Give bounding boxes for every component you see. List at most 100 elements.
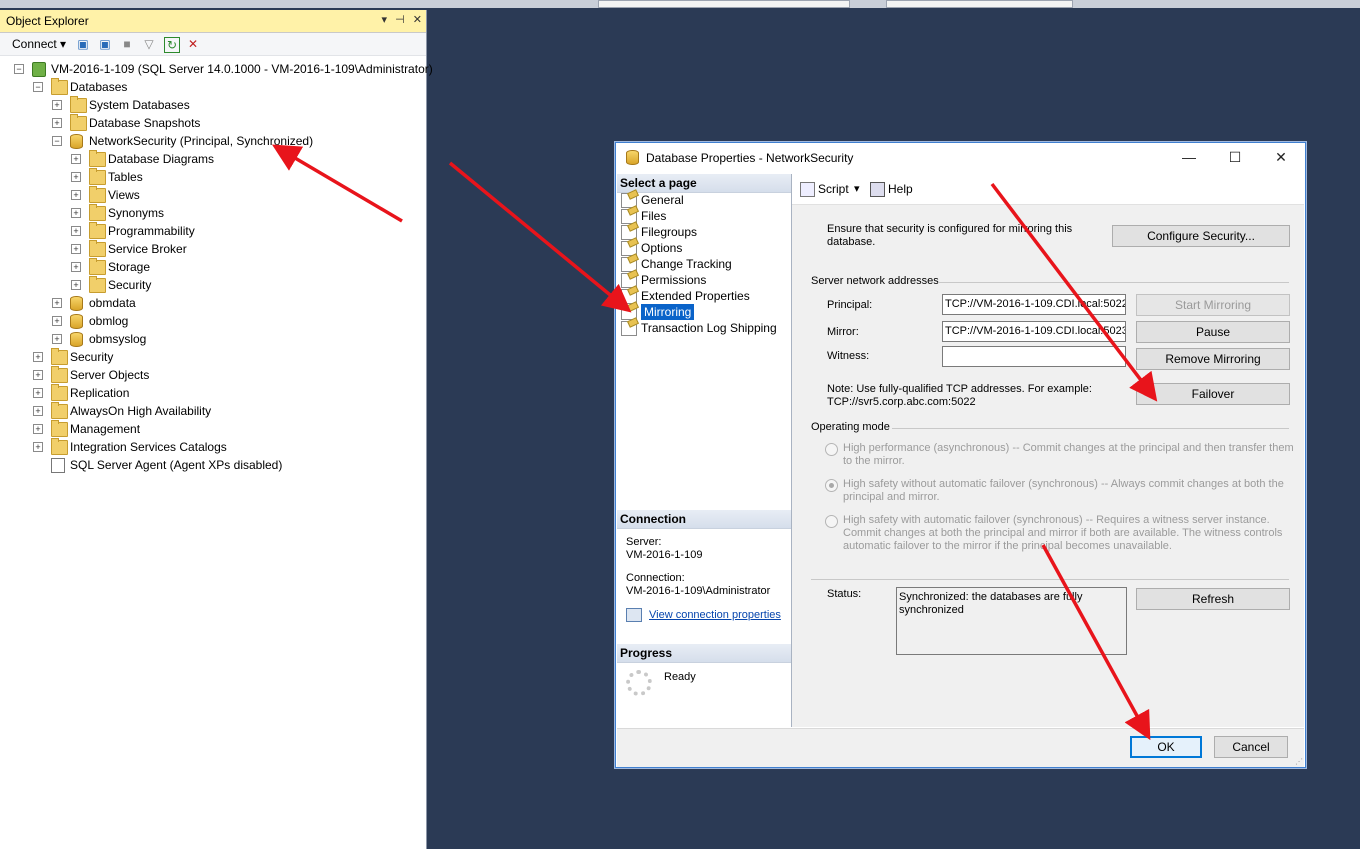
tree-node[interactable]: + Programmability	[0, 222, 420, 240]
expand-icon[interactable]: +	[71, 280, 81, 290]
maximize-button[interactable]: ☐	[1220, 147, 1250, 169]
page-item-label: Permissions	[641, 273, 707, 287]
toolbar-combo[interactable]	[598, 0, 850, 8]
tree-node[interactable]: + Views	[0, 186, 420, 204]
view-connection-properties-link[interactable]: View connection properties	[649, 609, 781, 622]
ok-button[interactable]: OK	[1130, 736, 1202, 758]
witness-address-input[interactable]	[942, 346, 1126, 367]
collapse-icon[interactable]: −	[33, 82, 43, 92]
tree-node[interactable]: + Database Snapshots	[0, 114, 420, 132]
expand-icon[interactable]: +	[33, 388, 43, 398]
tree-node[interactable]: + Security	[0, 348, 420, 366]
tree-node[interactable]: + Storage	[0, 258, 420, 276]
script-button[interactable]: Script	[818, 183, 849, 196]
tree-node[interactable]: + Integration Services Catalogs	[0, 438, 420, 456]
note-line-2: TCP://svr5.corp.abc.com:5022	[827, 396, 976, 408]
tree-node[interactable]: + obmdata	[0, 294, 420, 312]
refresh-button[interactable]: Refresh	[1136, 588, 1290, 610]
cancel-button[interactable]: Cancel	[1214, 736, 1288, 758]
tree-node[interactable]: SQL Server Agent (Agent XPs disabled)	[0, 456, 420, 474]
tree-node[interactable]: + Management	[0, 420, 420, 438]
folder-icon	[89, 186, 106, 203]
expand-icon[interactable]: +	[33, 424, 43, 434]
expand-icon[interactable]: +	[33, 442, 43, 452]
connect-object-icon[interactable]: ▣	[76, 37, 90, 51]
status-label: Status:	[827, 588, 862, 600]
expand-icon[interactable]: +	[33, 370, 43, 380]
tree-node[interactable]: + Service Broker	[0, 240, 420, 258]
toolbar-combo[interactable]	[886, 0, 1073, 8]
refresh-icon[interactable]: ↻	[164, 37, 180, 53]
collapse-icon[interactable]: −	[52, 136, 62, 146]
page-item-label: Options	[641, 241, 683, 255]
minimize-button[interactable]: —	[1174, 147, 1204, 169]
tree-node-label: obmdata	[89, 296, 136, 310]
tree-node[interactable]: + Replication	[0, 384, 420, 402]
tree-node-label: AlwaysOn High Availability	[70, 404, 212, 418]
expand-icon[interactable]: +	[33, 352, 43, 362]
expand-icon[interactable]: +	[71, 172, 81, 182]
progress-status: Ready	[664, 671, 696, 683]
filter-icon[interactable]: ▽	[142, 37, 156, 51]
pause-button[interactable]: Pause	[1136, 321, 1290, 343]
tree-node[interactable]: + Tables	[0, 168, 420, 186]
expand-icon[interactable]: +	[33, 406, 43, 416]
dialog-title: Database Properties - NetworkSecurity	[646, 151, 854, 165]
folder-icon	[51, 420, 68, 437]
close-button[interactable]: ✕	[1266, 147, 1296, 169]
expand-icon[interactable]: +	[71, 244, 81, 254]
tree-node-label: Tables	[108, 170, 143, 184]
stop-icon[interactable]: ■	[120, 37, 134, 51]
folder-icon	[70, 114, 87, 131]
operating-mode-radio[interactable]	[825, 515, 838, 528]
expand-icon[interactable]: +	[71, 190, 81, 200]
remove-mirroring-button[interactable]: Remove Mirroring	[1136, 348, 1290, 370]
expand-icon[interactable]: +	[71, 154, 81, 164]
tree-node[interactable]: + Database Diagrams	[0, 150, 420, 168]
expand-icon[interactable]: +	[52, 118, 62, 128]
resize-grip-icon[interactable]: ⋰	[1295, 757, 1303, 766]
expand-icon[interactable]: +	[52, 316, 62, 326]
principal-address-input[interactable]: TCP://VM-2016-1-109.CDI.local:5022	[942, 294, 1126, 315]
server-icon	[32, 62, 46, 77]
tree-node[interactable]: + Server Objects	[0, 366, 420, 384]
expand-icon[interactable]: +	[52, 298, 62, 308]
expand-icon[interactable]: +	[71, 226, 81, 236]
tree-node[interactable]: + obmlog	[0, 312, 420, 330]
network-addresses-group: Server network addresses	[811, 275, 939, 287]
tree-node[interactable]: + AlwaysOn High Availability	[0, 402, 420, 420]
operating-mode-text: to the mirror.	[843, 455, 905, 467]
tree-node-label: Programmability	[108, 224, 195, 238]
operating-mode-radio[interactable]	[825, 443, 838, 456]
tree-node[interactable]: − NetworkSecurity (Principal, Synchronize…	[0, 132, 420, 150]
disconnect-icon[interactable]: ▣	[98, 37, 112, 51]
tree-node[interactable]: + obmsyslog	[0, 330, 420, 348]
database-icon	[70, 296, 83, 311]
start-mirroring-button[interactable]: Start Mirroring	[1136, 294, 1290, 316]
operating-mode-radio[interactable]	[825, 479, 838, 492]
failover-button[interactable]: Failover	[1136, 383, 1290, 405]
mirror-address-input[interactable]: TCP://VM-2016-1-109.CDI.local:5023	[942, 321, 1126, 342]
expand-icon[interactable]: +	[52, 100, 62, 110]
tree-node[interactable]: − Databases	[0, 78, 420, 96]
tree-node[interactable]: − VM-2016-1-109 (SQL Server 14.0.1000 - V…	[0, 60, 433, 78]
tree-node[interactable]: + System Databases	[0, 96, 420, 114]
close-icon[interactable]: ✕	[413, 14, 422, 26]
tree-node-label: Replication	[70, 386, 130, 400]
pin-icon[interactable]: ⊣	[395, 14, 405, 26]
configure-security-button[interactable]: Configure Security...	[1112, 225, 1290, 247]
status-line-2: synchronized	[899, 604, 964, 616]
script-dropdown-icon[interactable]: ▾	[854, 183, 860, 196]
tree-node[interactable]: + Security	[0, 276, 420, 294]
progress-header: Progress	[617, 644, 791, 663]
expand-icon[interactable]: +	[71, 208, 81, 218]
expand-icon[interactable]: +	[71, 262, 81, 272]
activity-monitor-icon[interactable]: ✕	[186, 37, 200, 51]
expand-icon[interactable]: +	[52, 334, 62, 344]
connect-button[interactable]: Connect ▾	[12, 37, 66, 51]
help-button[interactable]: Help	[888, 183, 913, 196]
connection-header: Connection	[617, 510, 791, 529]
tree-node[interactable]: + Synonyms	[0, 204, 420, 222]
dropdown-icon[interactable]: ▾	[382, 14, 388, 26]
collapse-icon[interactable]: −	[14, 64, 24, 74]
